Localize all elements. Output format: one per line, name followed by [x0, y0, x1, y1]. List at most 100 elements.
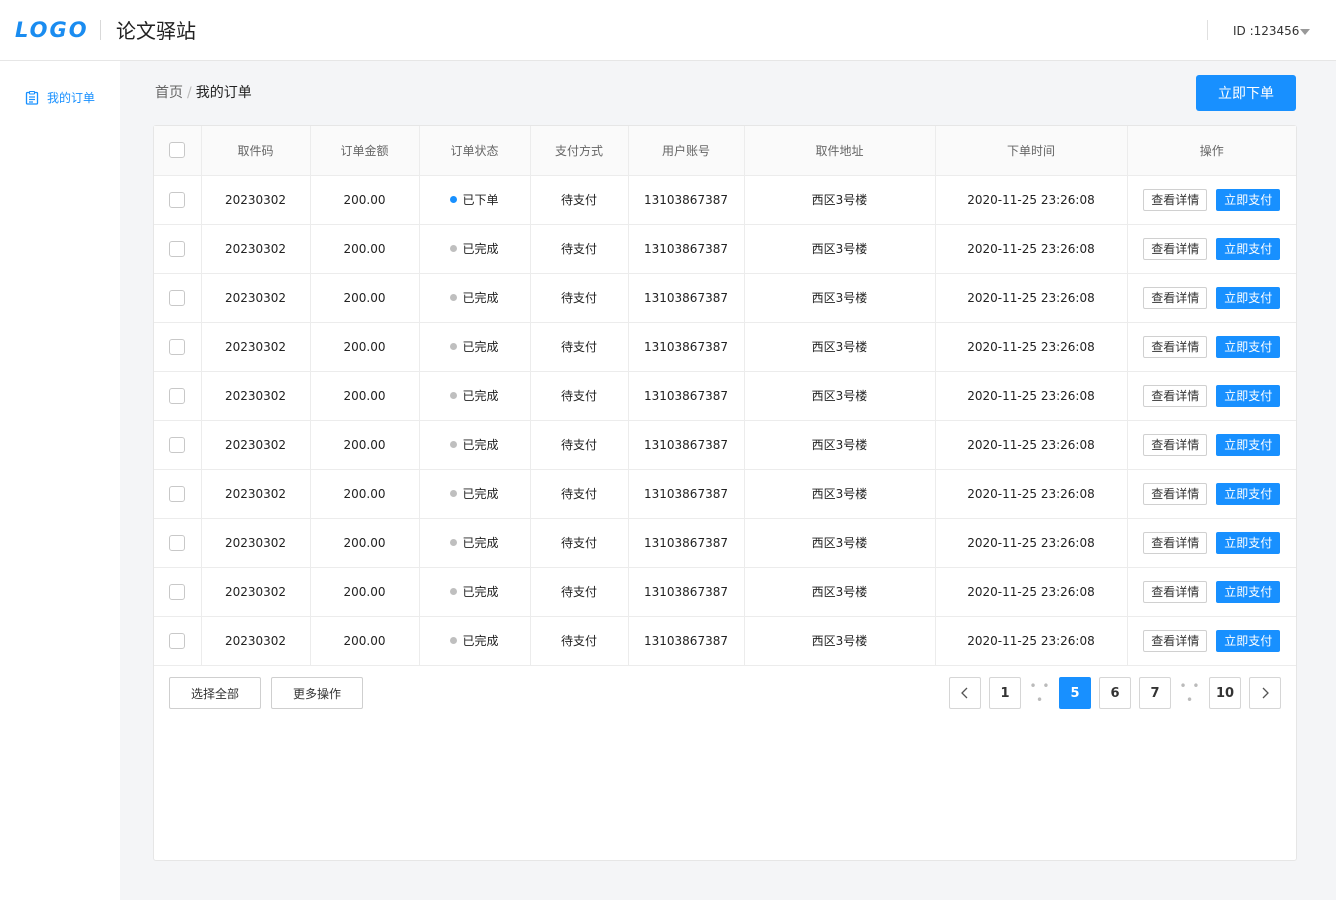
pay-now-button[interactable]: 立即支付: [1216, 433, 1281, 456]
table-row: 20230302 200.00 已完成 待支付 13103867387 西区3号楼 2020…: [154, 469, 1297, 519]
cell-account: 13103867387: [628, 273, 745, 323]
view-detail-button[interactable]: 查看详情: [1143, 237, 1208, 260]
status-text: 已完成: [462, 389, 499, 403]
view-detail-button[interactable]: 查看详情: [1143, 629, 1208, 652]
view-detail-button[interactable]: 查看详情: [1143, 335, 1208, 358]
row-checkbox[interactable]: [169, 534, 186, 551]
pagination-ellipsis: • • •: [1029, 679, 1051, 707]
row-checkbox[interactable]: [169, 289, 186, 306]
cell-time: 2020-11-25 23:26:08: [935, 518, 1128, 568]
row-checkbox[interactable]: [169, 436, 186, 453]
page-button-1[interactable]: 1: [989, 677, 1021, 709]
cell-address: 西区3号楼: [744, 518, 936, 568]
row-checkbox[interactable]: [169, 191, 186, 208]
column-code-header: 取件码: [201, 126, 311, 176]
status-badge: 已完成: [450, 240, 499, 257]
page-button-5[interactable]: 5: [1059, 677, 1091, 709]
row-actions: 查看详情 立即支付: [1128, 384, 1297, 407]
table-header-row: 取件码 订单金额 订单状态 支付方式 用户账号 取件地址 下单时间 操作: [154, 126, 1296, 176]
cell-actions: 查看详情 立即支付: [1127, 469, 1297, 519]
status-text: 已完成: [462, 487, 499, 501]
more-actions-button[interactable]: 更多操作: [271, 677, 363, 709]
row-checkbox[interactable]: [169, 338, 186, 355]
cell-status: 已完成: [419, 322, 531, 372]
cell-account: 13103867387: [628, 224, 745, 274]
user-id-menu[interactable]: ID :123456: [1233, 22, 1299, 40]
caret-down-icon[interactable]: [1300, 29, 1310, 35]
view-detail-button[interactable]: 查看详情: [1143, 482, 1208, 505]
cell-status: 已完成: [419, 224, 531, 274]
row-checkbox-cell: [154, 469, 202, 519]
header-checkbox-cell: [154, 126, 202, 176]
row-checkbox[interactable]: [169, 583, 186, 600]
view-detail-button[interactable]: 查看详情: [1143, 384, 1208, 407]
cell-status: 已完成: [419, 567, 531, 617]
breadcrumb-current: 我的订单: [195, 85, 252, 101]
user-divider: [1207, 20, 1208, 40]
select-all-button[interactable]: 选择全部: [169, 677, 261, 709]
view-detail-button[interactable]: 查看详情: [1143, 531, 1208, 554]
page-button-7[interactable]: 7: [1139, 677, 1171, 709]
cell-amount: 200.00: [310, 469, 420, 519]
select-all-checkbox[interactable]: [169, 142, 186, 159]
order-now-button[interactable]: 立即下单: [1196, 75, 1296, 111]
pay-now-button[interactable]: 立即支付: [1216, 237, 1281, 260]
pay-now-button[interactable]: 立即支付: [1216, 384, 1281, 407]
cell-address: 西区3号楼: [744, 420, 936, 470]
prev-page-button[interactable]: [949, 677, 981, 709]
breadcrumb: 首页 / 我的订单: [155, 83, 252, 103]
next-page-button[interactable]: [1249, 677, 1281, 709]
row-checkbox[interactable]: [169, 632, 186, 649]
cell-account: 13103867387: [628, 420, 745, 470]
page-button-6[interactable]: 6: [1099, 677, 1131, 709]
breadcrumb-home[interactable]: 首页: [155, 85, 183, 101]
cell-account: 13103867387: [628, 371, 745, 421]
table-row: 20230302 200.00 已完成 待支付 13103867387 西区3号楼 2020…: [154, 616, 1296, 666]
cell-time: 2020-11-25 23:26:08: [935, 322, 1128, 372]
status-dot: [450, 392, 458, 399]
column-actions-header: 操作: [1127, 126, 1296, 176]
row-actions: 查看详情 立即支付: [1128, 482, 1297, 505]
sidebar-item-label: 我的订单: [47, 91, 96, 105]
status-dot: [450, 294, 458, 301]
row-actions: 查看详情 立即支付: [1128, 580, 1297, 603]
row-checkbox[interactable]: [169, 485, 186, 502]
pay-now-button[interactable]: 立即支付: [1216, 531, 1281, 554]
row-checkbox-cell: [154, 322, 202, 372]
view-detail-button[interactable]: 查看详情: [1143, 433, 1208, 456]
cell-status: 已完成: [419, 273, 531, 323]
cell-time: 2020-11-25 23:26:08: [935, 273, 1128, 323]
page-button-10[interactable]: 10: [1209, 677, 1241, 709]
cell-status: 已下单: [419, 175, 531, 225]
pay-now-button[interactable]: 立即支付: [1216, 188, 1281, 211]
cell-code: 20230302: [201, 175, 311, 225]
cell-actions: 查看详情 立即支付: [1127, 273, 1296, 323]
pay-now-button[interactable]: 立即支付: [1216, 482, 1281, 505]
column-status-header: 订单状态: [419, 126, 531, 176]
cell-time: 2020-11-25 23:26:08: [935, 567, 1128, 617]
pay-now-button[interactable]: 立即支付: [1216, 629, 1281, 652]
view-detail-button[interactable]: 查看详情: [1143, 286, 1208, 309]
row-checkbox-cell: [154, 567, 202, 617]
status-text: 已完成: [462, 585, 499, 599]
cell-payment: 待支付: [530, 322, 629, 372]
cell-code: 20230302: [201, 616, 311, 666]
site-title: 论文驿站: [116, 19, 196, 43]
cell-payment: 待支付: [530, 371, 629, 421]
view-detail-button[interactable]: 查看详情: [1143, 188, 1208, 211]
view-detail-button[interactable]: 查看详情: [1143, 580, 1208, 603]
pay-now-button[interactable]: 立即支付: [1216, 580, 1281, 603]
pay-now-button[interactable]: 立即支付: [1216, 335, 1281, 358]
pay-now-button[interactable]: 立即支付: [1216, 286, 1281, 309]
row-checkbox[interactable]: [169, 240, 186, 257]
row-checkbox[interactable]: [169, 387, 186, 404]
cell-code: 20230302: [201, 224, 311, 274]
status-dot: [450, 637, 458, 644]
status-text: 已完成: [462, 340, 499, 354]
table-row: 20230302 200.00 已完成 待支付 13103867387 西区3号楼 2020…: [154, 322, 1296, 372]
cell-actions: 查看详情 立即支付: [1127, 175, 1296, 225]
row-checkbox-cell: [154, 224, 202, 274]
sidebar-item-my-orders[interactable]: 我的订单: [25, 89, 95, 107]
status-badge: 已完成: [450, 387, 499, 404]
table-row: 20230302 200.00 已下单 待支付 13103867387 西区3号楼 2020…: [154, 175, 1296, 225]
